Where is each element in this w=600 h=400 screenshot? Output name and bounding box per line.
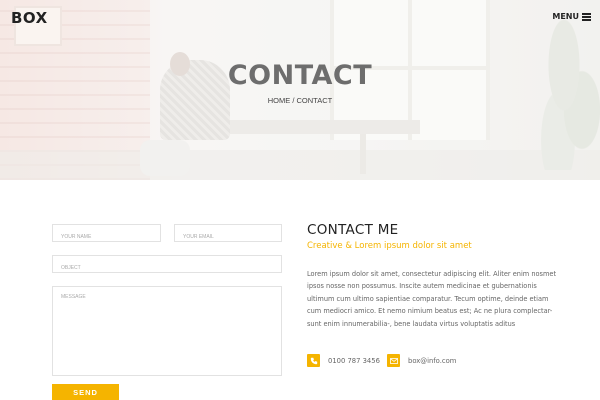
object-field-wrapper	[52, 255, 282, 276]
email-address[interactable]: box@info.com	[408, 357, 456, 365]
phone-icon	[307, 354, 320, 367]
phone-item: 0100 787 3456	[307, 354, 380, 367]
email-item: box@info.com	[387, 354, 456, 367]
send-button[interactable]: SEND	[52, 384, 119, 400]
contact-title: CONTACT ME	[307, 222, 399, 238]
name-input[interactable]	[53, 229, 160, 245]
contact-subtitle: Creative & Lorem ipsum dolor sit amet	[307, 241, 472, 251]
breadcrumb: HOME / CONTACT	[267, 96, 333, 105]
email-field-wrapper	[174, 224, 282, 245]
message-textarea[interactable]	[53, 287, 281, 375]
object-input[interactable]	[53, 260, 281, 276]
email-input[interactable]	[175, 229, 281, 245]
hamburger-icon	[582, 13, 591, 21]
site-logo[interactable]: BOX	[11, 9, 48, 27]
envelope-icon	[387, 354, 400, 367]
contact-description: Lorem ipsum dolor sit amet, consectetur …	[307, 270, 557, 328]
message-field-wrapper	[52, 286, 282, 376]
menu-label: MENU	[552, 12, 579, 21]
name-field-wrapper	[52, 224, 161, 245]
menu-button[interactable]: MENU	[552, 12, 591, 21]
phone-number[interactable]: 0100 787 3456	[328, 357, 380, 365]
page-title: CONTACT	[227, 60, 373, 91]
hero-banner: BOX MENU CONTACT HOME / CONTACT	[0, 0, 600, 180]
